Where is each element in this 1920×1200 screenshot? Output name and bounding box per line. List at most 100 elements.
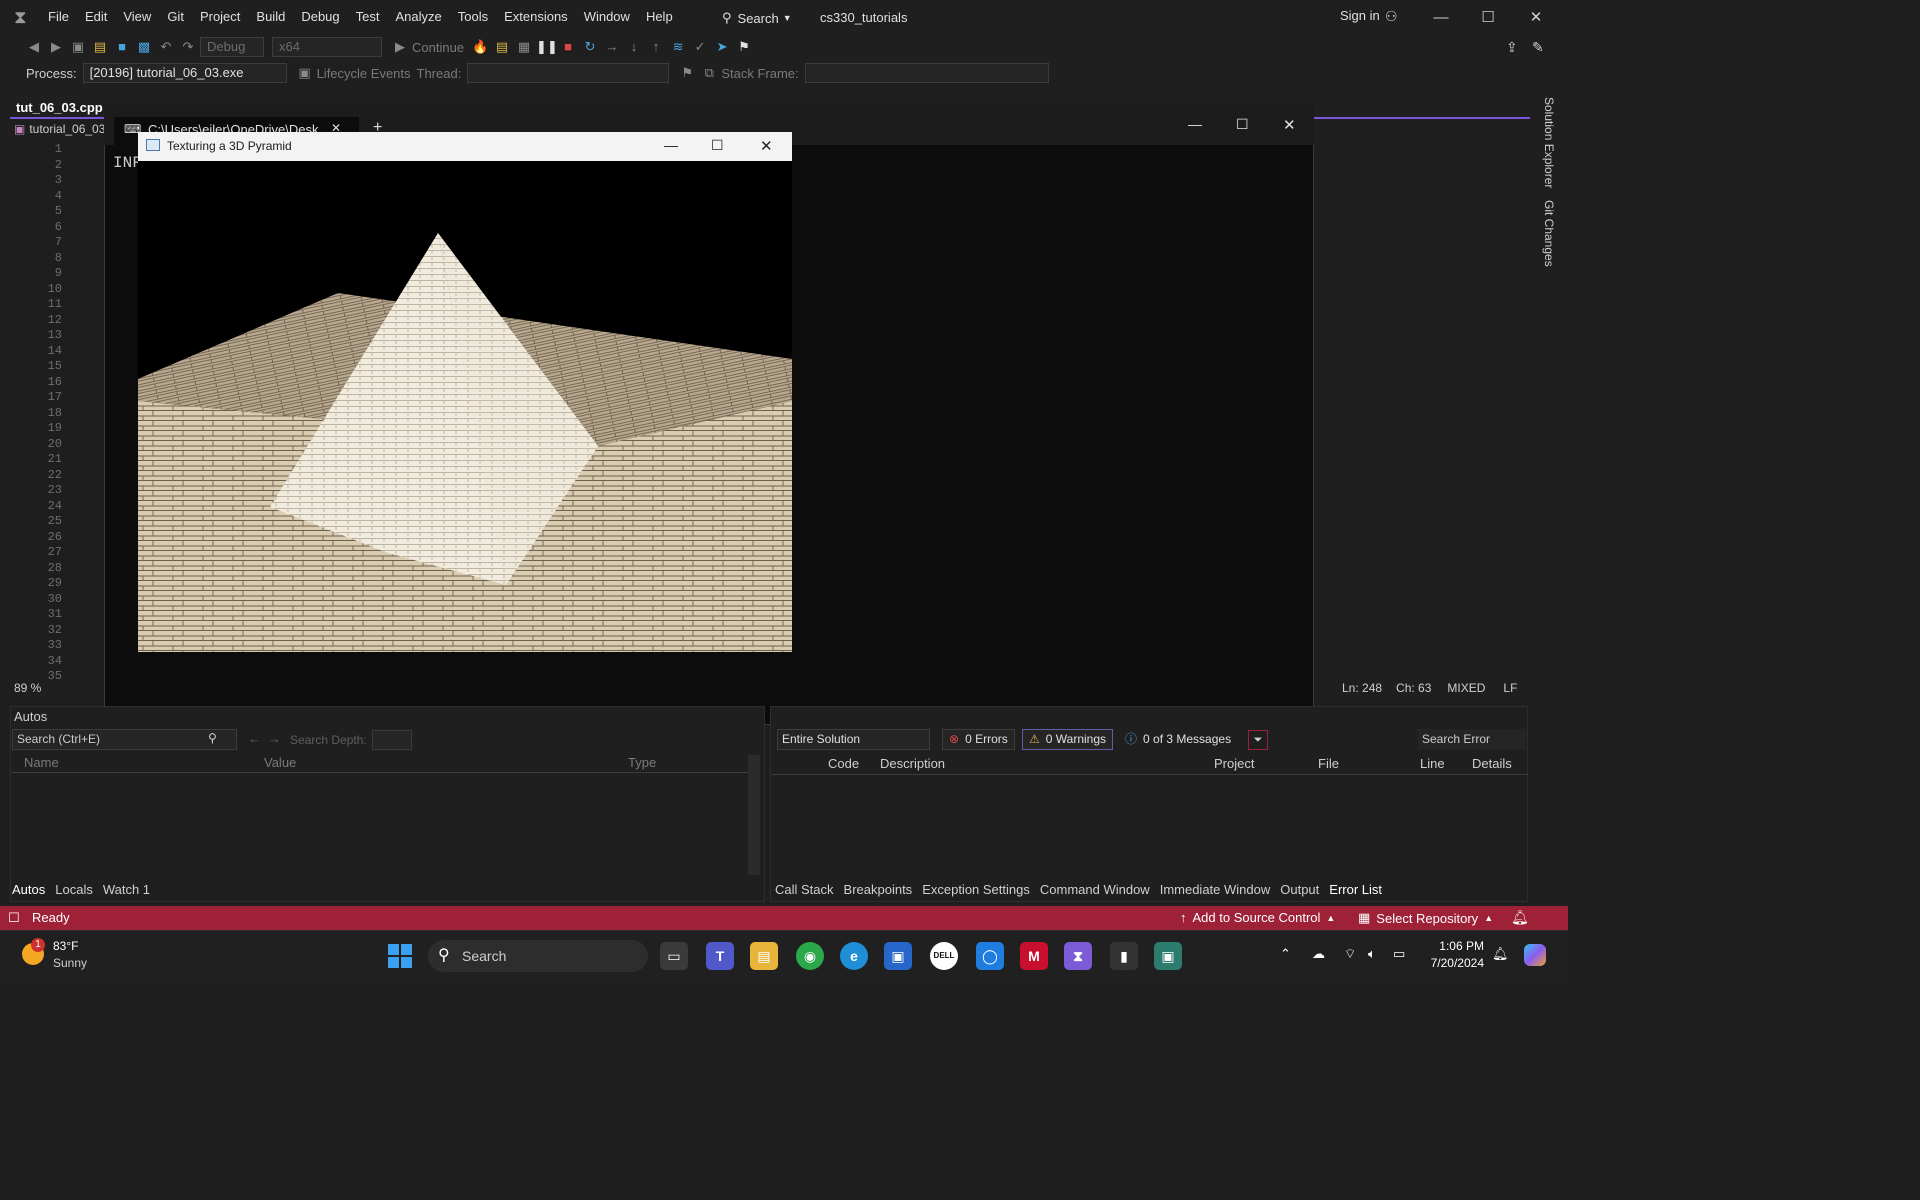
dell-icon[interactable]: DELL: [930, 942, 958, 970]
menu-build[interactable]: Build: [248, 0, 293, 34]
terminal-close-icon[interactable]: ✕: [1283, 116, 1296, 134]
hot-reload-icon[interactable]: 🔥: [470, 37, 490, 57]
teams-icon[interactable]: T: [706, 942, 734, 970]
threads-icon[interactable]: ⧉: [699, 63, 719, 83]
column-value[interactable]: Value: [264, 755, 296, 770]
column-details[interactable]: Details: [1472, 756, 1512, 771]
pause-icon[interactable]: ❚❚: [536, 37, 558, 57]
minimize-icon[interactable]: —: [1431, 8, 1451, 28]
column-description[interactable]: Description: [880, 756, 945, 771]
terminal-minimize-icon[interactable]: —: [1188, 116, 1202, 132]
restart-icon[interactable]: ↻: [580, 37, 600, 57]
search-icon[interactable]: ⚲: [208, 731, 217, 745]
app-circle-icon[interactable]: ◯: [976, 942, 1004, 970]
file-explorer-icon[interactable]: ▤: [750, 942, 778, 970]
autos-search-input[interactable]: Search (Ctrl+E): [12, 729, 237, 750]
select-repository-button[interactable]: ▦ Select Repository ▲: [1358, 910, 1493, 926]
editor-vertical-scrollbar[interactable]: [1512, 141, 1524, 679]
onedrive-icon[interactable]: ☁: [1312, 946, 1325, 962]
volume-icon[interactable]: 🔈︎: [1368, 946, 1376, 962]
save-icon[interactable]: ■: [112, 37, 132, 57]
zoom-dropdown[interactable]: 89 %: [14, 681, 41, 695]
autos-scrollbar[interactable]: [748, 755, 760, 875]
process-dropdown[interactable]: [20196] tutorial_06_03.exe: [82, 63, 287, 83]
chrome-icon[interactable]: ◉: [796, 942, 824, 970]
layout-icon[interactable]: ▦: [514, 37, 534, 57]
tab-exception-settings[interactable]: Exception Settings: [922, 882, 1030, 897]
pointer-icon[interactable]: ➤: [712, 37, 732, 57]
back-icon[interactable]: ◀: [24, 37, 44, 57]
stack-frame-dropdown[interactable]: [804, 63, 1049, 83]
clock-date[interactable]: 7/20/2024: [1424, 956, 1484, 970]
bookmark-icon[interactable]: ⚑: [734, 37, 754, 57]
battery-icon[interactable]: ▭: [1393, 946, 1405, 962]
errors-filter-button[interactable]: ⊗ 0 Errors: [942, 729, 1015, 750]
git-changes-tab[interactable]: Git Changes: [1542, 200, 1556, 267]
maximize-icon[interactable]: ☐: [1478, 8, 1498, 28]
project-dropdown[interactable]: ▣ tutorial_06_03: [14, 122, 105, 136]
configuration-dropdown[interactable]: Debug: [200, 37, 264, 57]
line-ending-indicator[interactable]: LF: [1503, 681, 1517, 695]
column-code[interactable]: Code: [828, 756, 859, 771]
diagnostics-icon[interactable]: ≋: [668, 37, 688, 57]
continue-icon[interactable]: ▶: [390, 37, 410, 57]
error-search-input[interactable]: Search Error: [1418, 729, 1526, 750]
platform-dropdown[interactable]: x64: [272, 37, 382, 57]
undo-icon[interactable]: ↶: [156, 37, 176, 57]
feedback-icon[interactable]: ✎: [1532, 39, 1544, 56]
tab-call-stack[interactable]: Call Stack: [775, 882, 834, 897]
menu-project[interactable]: Project: [192, 0, 248, 34]
menu-analyze[interactable]: Analyze: [387, 0, 449, 34]
lifecycle-icon[interactable]: ▣: [295, 63, 315, 83]
folder-icon[interactable]: ▤: [492, 37, 512, 57]
menu-test[interactable]: Test: [348, 0, 388, 34]
task-view-icon[interactable]: ▭: [660, 942, 688, 970]
step-over-icon[interactable]: →: [602, 37, 622, 57]
opengl-app-taskbar-icon[interactable]: ▣: [1154, 942, 1182, 970]
share-icon[interactable]: ⇪: [1506, 39, 1518, 56]
menu-extensions[interactable]: Extensions: [496, 0, 576, 34]
menu-file[interactable]: File: [40, 0, 77, 34]
add-to-source-control-button[interactable]: ↑ Add to Source Control ▲: [1180, 910, 1335, 925]
open-folder-icon[interactable]: ▤: [90, 37, 110, 57]
tab-immediate-window[interactable]: Immediate Window: [1160, 882, 1271, 897]
forward-arrow-icon[interactable]: →: [268, 731, 281, 746]
encoding-indicator[interactable]: MIXED: [1447, 681, 1485, 695]
menu-git[interactable]: Git: [159, 0, 192, 34]
search-button[interactable]: ⚲ Search ▼: [722, 8, 792, 28]
warnings-filter-button[interactable]: ⚠ 0 Warnings: [1022, 729, 1114, 750]
terminal-taskbar-icon[interactable]: ▮: [1110, 942, 1138, 970]
taskbar-search-box[interactable]: Search: [428, 940, 648, 972]
column-line[interactable]: Line: [1420, 756, 1445, 771]
microsoft-store-icon[interactable]: ▣: [884, 942, 912, 970]
back-arrow-icon[interactable]: ←: [248, 731, 261, 746]
visual-studio-icon[interactable]: ⧗: [1064, 942, 1092, 970]
wifi-icon[interactable]: ⌔: [1344, 946, 1356, 962]
column-name[interactable]: Name: [24, 755, 59, 770]
column-type[interactable]: Type: [628, 755, 656, 770]
notification-center-icon[interactable]: 🔔︎: [1492, 946, 1509, 962]
tab-locals[interactable]: Locals: [55, 882, 93, 897]
menu-edit[interactable]: Edit: [77, 0, 115, 34]
error-scope-dropdown[interactable]: Entire Solution: [777, 729, 930, 750]
edge-icon[interactable]: e: [840, 942, 868, 970]
column-file[interactable]: File: [1318, 756, 1339, 771]
notifications-bell-icon[interactable]: 🔔︎: [1511, 909, 1529, 926]
close-icon[interactable]: ✕: [1526, 8, 1546, 28]
solution-explorer-tab[interactable]: Solution Explorer: [1542, 97, 1556, 188]
tab-watch-1[interactable]: Watch 1: [103, 882, 150, 897]
menu-tools[interactable]: Tools: [450, 0, 496, 34]
mcafee-icon[interactable]: M: [1020, 942, 1048, 970]
messages-filter-button[interactable]: ⓘ 0 of 3 Messages: [1118, 729, 1238, 750]
terminal-maximize-icon[interactable]: ☐: [1236, 116, 1249, 133]
menu-window[interactable]: Window: [576, 0, 638, 34]
clock-time[interactable]: 1:06 PM: [1432, 939, 1484, 953]
visual-studio-logo-icon[interactable]: ⧗: [14, 7, 36, 27]
start-windows-icon[interactable]: [388, 944, 412, 968]
gl-maximize-icon[interactable]: ☐: [711, 137, 724, 154]
gl-close-icon[interactable]: ✕: [760, 137, 773, 155]
menu-debug[interactable]: Debug: [293, 0, 347, 34]
tab-tut-06-03-cpp[interactable]: tut_06_03.cpp: [10, 97, 109, 119]
lifecycle-events-button[interactable]: Lifecycle Events: [317, 66, 411, 81]
account-icon[interactable]: ⚇: [1385, 8, 1398, 25]
